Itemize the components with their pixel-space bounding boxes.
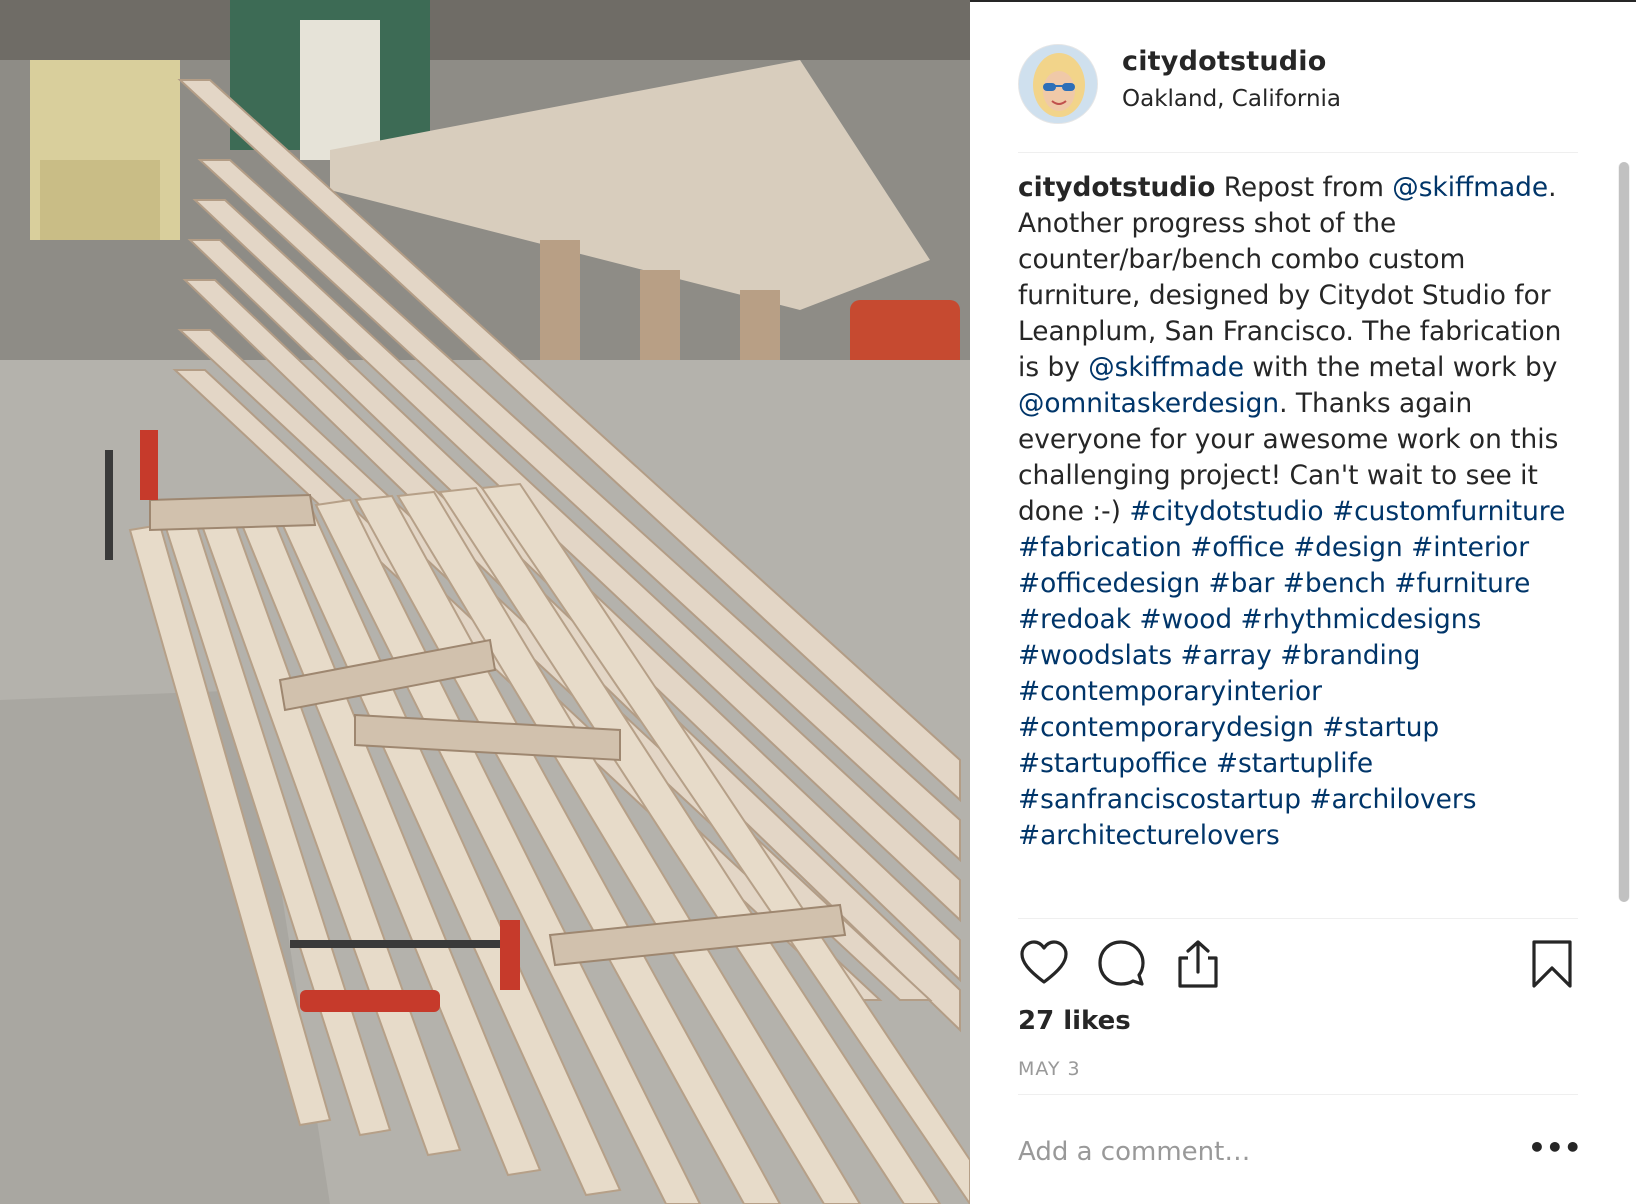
- hashtag-link[interactable]: #bench: [1283, 568, 1386, 599]
- post-date[interactable]: MAY 3: [1018, 1058, 1081, 1080]
- hashtag-link[interactable]: #bar: [1208, 568, 1274, 599]
- share-button[interactable]: [1172, 938, 1224, 990]
- hashtag-link[interactable]: #interior: [1411, 532, 1529, 563]
- avatar[interactable]: [1018, 44, 1098, 124]
- caption-divider: [1018, 918, 1578, 919]
- caption-container: citydotstudio Repost from @skiffmade. An…: [1018, 170, 1588, 916]
- caption-text: Repost from: [1215, 172, 1393, 203]
- hashtag-link[interactable]: #startup: [1322, 712, 1439, 743]
- caption-scrollbar[interactable]: [1618, 162, 1630, 902]
- hashtag-link[interactable]: #branding: [1280, 640, 1420, 671]
- hashtag-link[interactable]: #redoak: [1018, 604, 1131, 635]
- mention-link[interactable]: @skiffmade: [1392, 172, 1548, 203]
- hashtag-link[interactable]: #rhythmicdesigns: [1241, 604, 1482, 635]
- hashtag-link[interactable]: #officedesign: [1018, 568, 1200, 599]
- hashtag-link[interactable]: #woodslats: [1018, 640, 1172, 671]
- header-divider: [1018, 152, 1578, 153]
- comment-input[interactable]: [1018, 1130, 1498, 1174]
- hashtag-link[interactable]: #design: [1293, 532, 1403, 563]
- action-bar: [1018, 938, 1588, 998]
- hashtag-link[interactable]: #architecturelovers: [1018, 820, 1280, 851]
- hashtag-link[interactable]: #archilovers: [1309, 784, 1476, 815]
- hashtag-link[interactable]: #customfurniture: [1332, 496, 1565, 527]
- caption: citydotstudio Repost from @skiffmade. An…: [1018, 170, 1588, 854]
- bookmark-icon: [1532, 940, 1572, 988]
- caption-text: with the metal work by: [1244, 352, 1558, 383]
- profile-photo-icon: [1019, 45, 1097, 123]
- mention-link[interactable]: @omnitaskerdesign: [1018, 388, 1279, 419]
- hashtag-link[interactable]: #sanfranciscostartup: [1018, 784, 1301, 815]
- comment-bubble-icon: [1098, 940, 1145, 986]
- hashtag-link[interactable]: #array: [1180, 640, 1271, 671]
- hashtag-link[interactable]: #furniture: [1394, 568, 1530, 599]
- post-location[interactable]: Oakland, California: [1122, 86, 1341, 112]
- wood-slat-bench-image: [0, 0, 970, 1204]
- caption-username[interactable]: citydotstudio: [1018, 172, 1215, 203]
- comment-box: •••: [1018, 1116, 1582, 1186]
- like-count[interactable]: 27 likes: [1018, 1006, 1131, 1036]
- post-photo[interactable]: [0, 0, 970, 1204]
- post-details-panel: citydotstudio Oakland, California citydo…: [970, 0, 1636, 1204]
- hashtag-link[interactable]: #fabrication: [1018, 532, 1182, 563]
- mention-link[interactable]: @skiffmade: [1088, 352, 1244, 383]
- like-button[interactable]: [1018, 938, 1070, 990]
- save-button[interactable]: [1526, 938, 1578, 990]
- hashtag-link[interactable]: #wood: [1139, 604, 1232, 635]
- hashtag-link[interactable]: #contemporarydesign: [1018, 712, 1314, 743]
- hashtag-link[interactable]: #startupoffice: [1018, 748, 1207, 779]
- more-options-button[interactable]: •••: [1528, 1132, 1582, 1172]
- hashtag-link[interactable]: #citydotstudio: [1129, 496, 1323, 527]
- hashtag-link[interactable]: #contemporaryinterior: [1018, 676, 1322, 707]
- comment-button[interactable]: [1096, 938, 1148, 990]
- hashtag-link[interactable]: #startuplife: [1216, 748, 1373, 779]
- heart-icon: [1020, 940, 1068, 984]
- post-username[interactable]: citydotstudio: [1122, 46, 1326, 77]
- comment-divider: [1018, 1094, 1578, 1095]
- share-upload-icon: [1178, 940, 1218, 988]
- hashtag-link[interactable]: #office: [1190, 532, 1285, 563]
- hashtag-list: #citydotstudio #customfurniture #fabrica…: [1018, 496, 1565, 851]
- scrollbar-thumb[interactable]: [1619, 162, 1629, 902]
